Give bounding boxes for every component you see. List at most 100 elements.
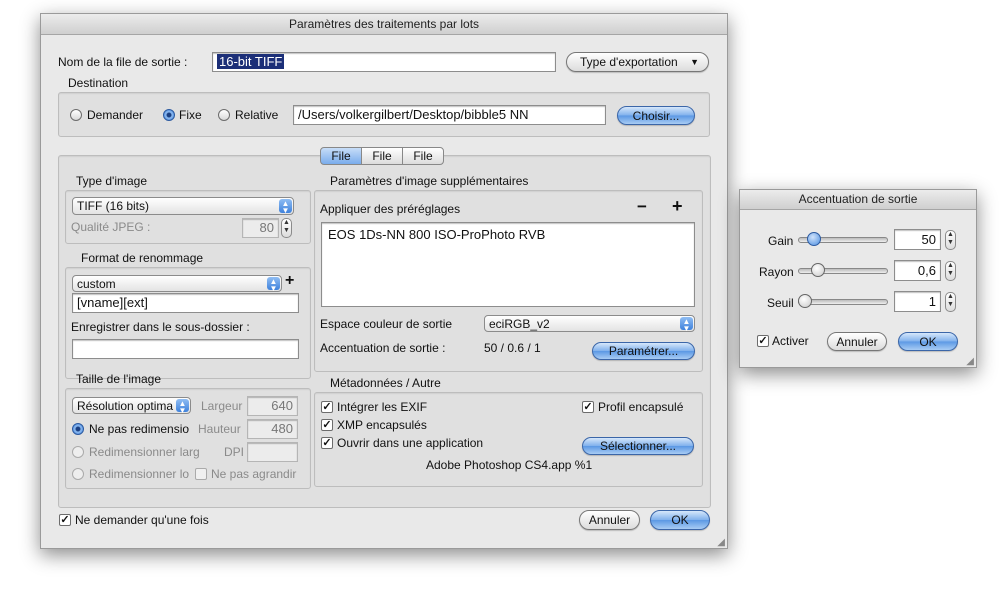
radius-input[interactable]: 0,6 (894, 260, 941, 281)
embed-profile-checkbox[interactable]: ✓ (582, 401, 594, 413)
updown-arrows-icon: ▲ ▼ (680, 317, 693, 331)
radio-resize-width-label: Redimensionner larg (89, 445, 200, 459)
updown-arrows-icon: ▲ ▼ (176, 399, 189, 413)
resize-grip-icon[interactable]: ◢ (966, 356, 974, 367)
height-label: Hauteur (198, 422, 241, 436)
height-input[interactable]: 480 (247, 419, 298, 439)
export-type-label: Type d'exportation (580, 55, 678, 69)
radius-stepper[interactable]: ▲ ▼ (945, 261, 956, 281)
embed-exif-label: Intégrer les EXIF (337, 400, 428, 414)
radio-fixed-label: Fixe (179, 108, 202, 122)
rename-title: Format de renommage (81, 251, 204, 265)
gain-label: Gain (768, 234, 794, 248)
tab-file-2[interactable]: File (361, 147, 403, 165)
gain-input[interactable]: 50 (894, 229, 941, 250)
metadata-title: Métadonnées / Autre (330, 376, 441, 390)
threshold-input[interactable]: 1 (894, 291, 941, 312)
threshold-slider-knob[interactable] (798, 294, 812, 308)
sharpen-ok-button[interactable]: OK (898, 332, 958, 351)
rename-preset-value: custom (77, 277, 116, 291)
embed-profile-label: Profil encapsulé (598, 400, 684, 414)
sharpen-label: Accentuation de sortie : (320, 341, 446, 355)
xmp-label: XMP encapsulés (337, 418, 427, 432)
activate-label: Activer (772, 334, 809, 348)
app-name: Adobe Photoshop CS4.app %1 (426, 458, 593, 472)
sharpen-value: 50 / 0.6 / 1 (484, 341, 541, 355)
rename-pattern-input[interactable]: [vname][ext] (72, 293, 299, 313)
tab-file-3[interactable]: File (402, 147, 444, 165)
xmp-checkbox[interactable]: ✓ (321, 419, 333, 431)
triangle-down-icon: ▼ (690, 57, 699, 67)
jpeg-quality-label: Qualité JPEG : (71, 220, 151, 234)
radio-ask[interactable] (70, 109, 82, 121)
width-label: Largeur (201, 399, 243, 413)
presets-list[interactable]: EOS 1Ds-NN 800 ISO-ProPhoto RVB (321, 222, 695, 307)
preset-item[interactable]: EOS 1Ds-NN 800 ISO-ProPhoto RVB (328, 227, 688, 243)
subfolder-input[interactable] (72, 339, 299, 359)
width-input[interactable]: 640 (247, 396, 298, 416)
radius-label: Rayon (759, 265, 794, 279)
destination-path-input[interactable]: /Users/volkergilbert/Desktop/bibble5 NN (293, 105, 606, 125)
ok-button[interactable]: OK (650, 510, 710, 530)
window-title: Paramètres des traitements par lots (41, 14, 727, 35)
batch-settings-window: Paramètres des traitements par lots Nom … (40, 13, 728, 549)
resize-grip-icon[interactable]: ◢ (717, 537, 725, 548)
image-format-select[interactable]: TIFF (16 bits) ▲ ▼ (72, 197, 294, 215)
ask-once-label: Ne demander qu'une fois (75, 513, 209, 527)
radio-no-resize-label: Ne pas redimensio (89, 422, 190, 436)
radio-resize-width[interactable] (72, 446, 84, 458)
image-size-mode-value: Résolution optima (77, 399, 174, 413)
add-preset-button-icon[interactable]: + (672, 196, 683, 217)
remove-preset-icon[interactable]: − (637, 197, 647, 217)
color-space-label: Espace couleur de sortie (320, 317, 453, 331)
configure-button[interactable]: Paramétrer... (592, 342, 695, 360)
radio-relative-label: Relative (235, 108, 279, 122)
radio-no-resize[interactable] (72, 423, 84, 435)
radio-relative[interactable] (218, 109, 230, 121)
radius-slider-knob[interactable] (811, 263, 825, 277)
color-space-select[interactable]: eciRGB_v2 ▲ ▼ (484, 315, 695, 332)
tab-file-1[interactable]: File (320, 147, 362, 165)
updown-arrows-icon: ▲ ▼ (267, 277, 280, 291)
image-size-title: Taille de l'image (76, 372, 162, 386)
sharpen-cancel-button[interactable]: Annuler (827, 332, 887, 351)
radio-fixed[interactable] (163, 109, 175, 121)
sharpen-dialog-title: Accentuation de sortie (740, 190, 976, 210)
gain-stepper[interactable]: ▲ ▼ (945, 230, 956, 250)
destination-title: Destination (68, 76, 129, 90)
ask-once-checkbox[interactable]: ✓ (59, 514, 71, 526)
color-space-value: eciRGB_v2 (489, 317, 550, 331)
select-app-button[interactable]: Sélectionner... (582, 437, 694, 455)
no-enlarge-checkbox[interactable] (195, 468, 207, 480)
image-type-title: Type d'image (76, 174, 147, 188)
export-type-button[interactable]: Type d'exportation ▼ (566, 52, 709, 72)
extra-settings-title: Paramètres d'image supplémentaires (330, 174, 529, 188)
choose-button[interactable]: Choisir... (617, 106, 695, 125)
radio-ask-label: Demander (87, 108, 144, 122)
threshold-label: Seuil (767, 296, 794, 310)
rename-preset-select[interactable]: custom ▲ ▼ (72, 275, 282, 292)
open-in-app-checkbox[interactable]: ✓ (321, 437, 333, 449)
output-name-label: Nom de la file de sortie : (58, 55, 188, 69)
image-format-value: TIFF (16 bits) (77, 199, 150, 213)
output-name-input[interactable]: 16-bit TIFF (212, 52, 556, 72)
jpeg-quality-stepper[interactable]: ▲ ▼ (281, 218, 292, 238)
jpeg-quality-input[interactable]: 80 (242, 218, 279, 238)
add-preset-icon[interactable]: + (285, 272, 294, 290)
threshold-stepper[interactable]: ▲ ▼ (945, 292, 956, 312)
dpi-label: DPI (224, 445, 245, 459)
image-size-mode-select[interactable]: Résolution optima ▲ ▼ (72, 397, 191, 414)
dpi-input[interactable] (247, 442, 298, 462)
radio-resize-long[interactable] (72, 468, 84, 480)
no-enlarge-label: Ne pas agrandir (211, 467, 297, 481)
subfolder-label: Enregistrer dans le sous-dossier : (71, 320, 250, 334)
apply-presets-label: Appliquer des préréglages (320, 202, 461, 216)
cancel-button[interactable]: Annuler (579, 510, 640, 530)
open-in-app-label: Ouvrir dans une application (337, 436, 484, 450)
activate-checkbox[interactable]: ✓ (757, 335, 769, 347)
sharpen-dialog: Accentuation de sortie Gain 50 ▲ ▼ Rayon … (739, 189, 977, 368)
gain-slider-knob[interactable] (807, 232, 821, 246)
embed-exif-checkbox[interactable]: ✓ (321, 401, 333, 413)
radio-resize-long-label: Redimensionner lo (89, 467, 190, 481)
output-name-selection: 16-bit TIFF (217, 54, 285, 69)
